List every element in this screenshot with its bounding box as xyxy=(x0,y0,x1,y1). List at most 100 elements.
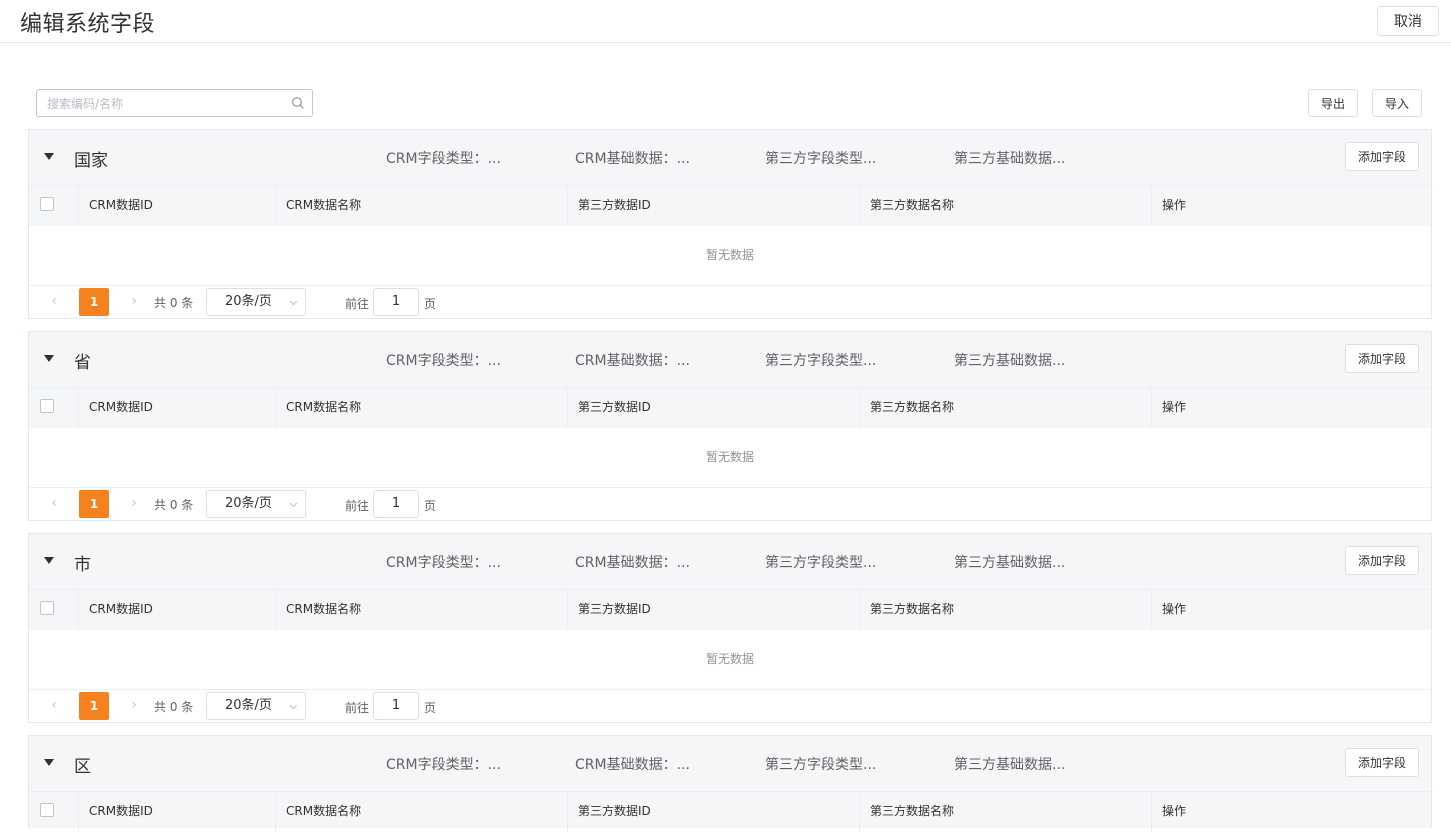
field-section: 区 CRM字段类型：... CRM基础数据：... 第三方字段类型... 第三方… xyxy=(28,735,1432,832)
column-header: 操作 xyxy=(1151,590,1431,630)
goto-page-input[interactable]: 1 xyxy=(373,692,419,720)
goto-page-input[interactable]: 1 xyxy=(373,288,419,316)
import-button[interactable]: 导入 xyxy=(1372,89,1422,117)
page-size-value: 20条/页 xyxy=(225,698,272,713)
column-header: 操作 xyxy=(1151,388,1431,428)
section-title: 国家 xyxy=(74,151,108,171)
section-title: 区 xyxy=(74,757,91,777)
collapse-caret-icon[interactable] xyxy=(44,759,54,766)
column-header: CRM数据ID xyxy=(78,388,275,428)
column-header: CRM数据名称 xyxy=(275,590,567,630)
table-header: CRM数据ID CRM数据名称 第三方数据ID 第三方数据名称 操作 xyxy=(29,185,1431,226)
top-bar: 编辑系统字段 取消 xyxy=(0,0,1451,43)
select-column xyxy=(29,590,78,630)
page-size-value: 20条/页 xyxy=(225,294,272,309)
section-title: 省 xyxy=(74,353,91,373)
column-header: 第三方数据名称 xyxy=(859,186,1151,226)
column-header: 操作 xyxy=(1151,186,1431,226)
select-all-checkbox[interactable] xyxy=(40,197,54,211)
prev-page-icon[interactable]: ‹ xyxy=(47,698,61,712)
attr-third-field-type: 第三方字段类型... xyxy=(765,757,877,773)
total-count: 共 0 条 xyxy=(154,700,194,714)
goto-label: 前往 xyxy=(345,297,370,311)
prev-page-icon[interactable]: ‹ xyxy=(47,496,61,510)
attr-crm-field-type: CRM字段类型：... xyxy=(386,555,501,571)
cancel-button[interactable]: 取消 xyxy=(1377,6,1439,36)
page-size-select[interactable]: 20条/页 xyxy=(206,490,306,518)
pagination: ‹ 1 › 共 0 条 20条/页 前往 1 页 xyxy=(29,488,1431,520)
empty-placeholder: 暂无数据 xyxy=(29,226,1431,286)
goto-unit: 页 xyxy=(424,297,437,311)
empty-placeholder: 暂无数据 xyxy=(29,428,1431,488)
pagination: ‹ 1 › 共 0 条 20条/页 前往 1 页 xyxy=(29,286,1431,318)
attr-third-base-data: 第三方基础数据... xyxy=(954,353,1066,369)
attr-crm-field-type: CRM字段类型：... xyxy=(386,151,501,167)
add-field-button[interactable]: 添加字段 xyxy=(1345,344,1419,373)
section-title: 市 xyxy=(74,555,91,575)
attr-third-field-type: 第三方字段类型... xyxy=(765,555,877,571)
attr-crm-field-type: CRM字段类型：... xyxy=(386,353,501,369)
column-header: 第三方数据名称 xyxy=(859,792,1151,832)
goto-label: 前往 xyxy=(345,701,370,715)
select-all-checkbox[interactable] xyxy=(40,399,54,413)
select-column xyxy=(29,792,78,832)
goto-label: 前往 xyxy=(345,499,370,513)
attr-third-field-type: 第三方字段类型... xyxy=(765,151,877,167)
goto-unit: 页 xyxy=(424,701,437,715)
chevron-down-icon xyxy=(289,300,298,306)
next-page-icon[interactable]: › xyxy=(127,698,141,712)
section-header: 区 CRM字段类型：... CRM基础数据：... 第三方字段类型... 第三方… xyxy=(29,736,1431,791)
page-title: 编辑系统字段 xyxy=(20,12,156,37)
empty-placeholder: 暂无数据 xyxy=(29,630,1431,690)
search-box[interactable] xyxy=(36,89,313,117)
attr-crm-base-data: CRM基础数据：... xyxy=(575,151,690,167)
column-header: CRM数据名称 xyxy=(275,388,567,428)
collapse-caret-icon[interactable] xyxy=(44,557,54,564)
attr-crm-base-data: CRM基础数据：... xyxy=(575,353,690,369)
select-column xyxy=(29,186,78,226)
goto-unit: 页 xyxy=(424,499,437,513)
current-page[interactable]: 1 xyxy=(79,692,109,720)
column-header: CRM数据名称 xyxy=(275,792,567,832)
next-page-icon[interactable]: › xyxy=(127,294,141,308)
column-header: 第三方数据ID xyxy=(567,792,859,832)
column-header: 操作 xyxy=(1151,792,1431,832)
attr-crm-base-data: CRM基础数据：... xyxy=(575,555,690,571)
add-field-button[interactable]: 添加字段 xyxy=(1345,546,1419,575)
table-header: CRM数据ID CRM数据名称 第三方数据ID 第三方数据名称 操作 xyxy=(29,791,1431,832)
section-header: 市 CRM字段类型：... CRM基础数据：... 第三方字段类型... 第三方… xyxy=(29,534,1431,589)
select-all-checkbox[interactable] xyxy=(40,803,54,817)
column-header: CRM数据ID xyxy=(78,186,275,226)
page-size-value: 20条/页 xyxy=(225,496,272,511)
field-section: 国家 CRM字段类型：... CRM基础数据：... 第三方字段类型... 第三… xyxy=(28,129,1432,319)
export-button[interactable]: 导出 xyxy=(1308,89,1358,117)
attr-third-base-data: 第三方基础数据... xyxy=(954,151,1066,167)
current-page[interactable]: 1 xyxy=(79,490,109,518)
chevron-down-icon xyxy=(289,502,298,508)
table-header: CRM数据ID CRM数据名称 第三方数据ID 第三方数据名称 操作 xyxy=(29,589,1431,630)
select-column xyxy=(29,388,78,428)
page-size-select[interactable]: 20条/页 xyxy=(206,692,306,720)
current-page[interactable]: 1 xyxy=(79,288,109,316)
prev-page-icon[interactable]: ‹ xyxy=(47,294,61,308)
column-header: CRM数据ID xyxy=(78,792,275,832)
field-section: 市 CRM字段类型：... CRM基础数据：... 第三方字段类型... 第三方… xyxy=(28,533,1432,723)
column-header: 第三方数据ID xyxy=(567,186,859,226)
page-size-select[interactable]: 20条/页 xyxy=(206,288,306,316)
goto-page-input[interactable]: 1 xyxy=(373,490,419,518)
collapse-caret-icon[interactable] xyxy=(44,153,54,160)
add-field-button[interactable]: 添加字段 xyxy=(1345,748,1419,777)
attr-crm-field-type: CRM字段类型：... xyxy=(386,757,501,773)
table-header: CRM数据ID CRM数据名称 第三方数据ID 第三方数据名称 操作 xyxy=(29,387,1431,428)
search-icon[interactable] xyxy=(291,96,305,110)
next-page-icon[interactable]: › xyxy=(127,496,141,510)
column-header: CRM数据ID xyxy=(78,590,275,630)
search-input[interactable] xyxy=(45,91,279,117)
select-all-checkbox[interactable] xyxy=(40,601,54,615)
attr-crm-base-data: CRM基础数据：... xyxy=(575,757,690,773)
attr-third-base-data: 第三方基础数据... xyxy=(954,555,1066,571)
section-header: 国家 CRM字段类型：... CRM基础数据：... 第三方字段类型... 第三… xyxy=(29,130,1431,185)
column-header: 第三方数据名称 xyxy=(859,590,1151,630)
add-field-button[interactable]: 添加字段 xyxy=(1345,142,1419,171)
collapse-caret-icon[interactable] xyxy=(44,355,54,362)
